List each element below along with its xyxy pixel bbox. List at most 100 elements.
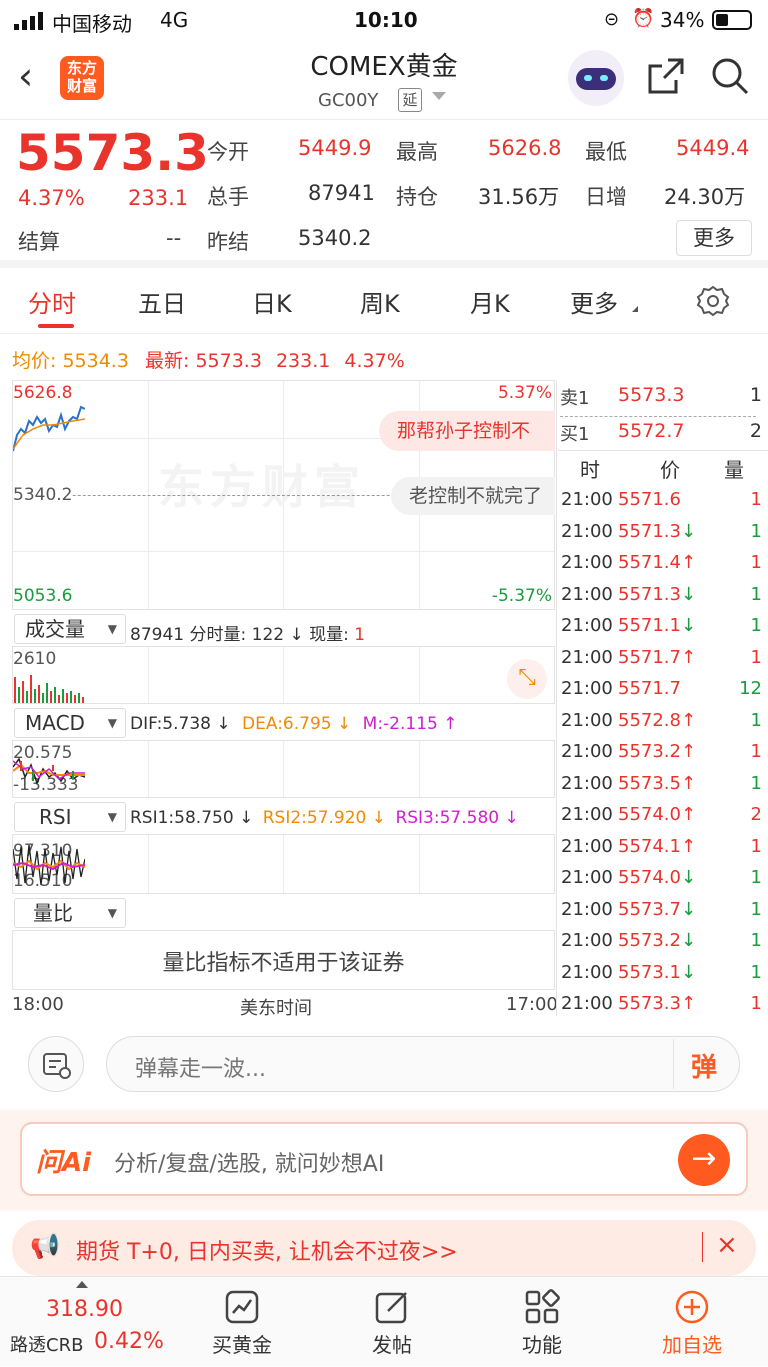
danmu-settings-icon[interactable] (28, 1036, 84, 1092)
change-amount: 233.1 (128, 186, 189, 210)
tick-time: 21:00 (561, 867, 613, 888)
index-name: 路透CRB (10, 1335, 84, 1356)
app-logo: 东方 财富 (60, 56, 104, 100)
open-label: 今开 (207, 140, 249, 164)
promo-pill[interactable]: 📢 期货 T+0, 日内买卖, 让机会不过夜>> × (12, 1220, 756, 1276)
caret-down-icon[interactable] (432, 92, 446, 100)
tick-qty: 12 (739, 678, 762, 699)
tab-daily-k[interactable]: 日K (252, 284, 292, 319)
down-arrow-icon: ↓ (680, 867, 697, 888)
danmu-send-button[interactable]: 弹 (691, 1047, 717, 1084)
delay-badge: 延 (398, 88, 422, 112)
up-arrow-icon: ↑ (680, 835, 697, 857)
promo-banner[interactable]: 📢 期货 T+0, 日内买卖, 让机会不过夜>> × (0, 1210, 768, 1276)
tick-price: 5571.3↓ (618, 583, 697, 605)
battery-percent: 34% (660, 8, 705, 32)
tick-row: 21:00 5573.3↑ 1 (558, 988, 768, 1020)
down-arrow-icon: ↓ (680, 930, 697, 951)
open-interest-label: 持仓 (396, 185, 438, 209)
tab-weekly-k[interactable]: 周K (360, 284, 400, 319)
tick-row: 21:00 5571.7 12 (558, 673, 768, 705)
back-icon[interactable]: ‹ (18, 56, 54, 100)
ticks-header-price: 价 (660, 458, 680, 482)
search-icon[interactable] (710, 56, 750, 96)
tick-price: 5573.7↓ (618, 898, 697, 920)
network-type: 4G (160, 8, 189, 32)
price-legend: 均价: 5534.3 最新: 5573.3 233.1 4.37% (12, 346, 405, 373)
avg-label: 均价: (12, 350, 57, 372)
sell1-price: 5573.3 (618, 384, 685, 406)
tick-qty: 1 (750, 867, 762, 888)
tick-price: 5573.2↑ (618, 741, 697, 762)
tick-list[interactable]: 21:00 5571.6 1 21:00 5571.3↓ 1 21:00 5571.4↑ 1 21… (0, 484, 768, 1020)
settings-gear-icon[interactable] (696, 284, 730, 318)
index-value: 318.90 (46, 1297, 123, 1322)
tick-price: 5574.0↑ (618, 804, 697, 825)
tick-row: 21:00 5571.6 1 (558, 484, 768, 516)
up-arrow-icon: ↑ (680, 804, 697, 825)
tick-row: 21:00 5571.3↓ 1 (558, 516, 768, 548)
up-arrow-icon: ↑ (680, 709, 697, 731)
close-icon[interactable]: × (716, 1230, 738, 1260)
last-price: 5573.3 (16, 124, 209, 182)
tab-intraday[interactable]: 分时 (28, 284, 76, 319)
tick-price: 5574.1↑ (618, 835, 697, 857)
prev-settle-value: 5340.2 (298, 226, 372, 250)
ask-ai-input[interactable]: 问Ai 分析/复盘/选股, 就问妙想AI → (20, 1122, 748, 1196)
latest-value: 5573.3 (195, 350, 262, 372)
functions-button[interactable]: 功能 (482, 1277, 602, 1367)
tick-price: 5571.1↓ (618, 615, 697, 636)
low-label: 最低 (585, 140, 627, 164)
down-arrow-icon: ↓ (680, 520, 697, 542)
tick-row: 21:00 5571.3↓ 1 (558, 579, 768, 611)
tab-more-caret-icon (632, 306, 638, 312)
tick-qty: 1 (750, 835, 762, 857)
share-icon[interactable] (646, 56, 686, 96)
instrument-title: COMEX黄金 (310, 52, 458, 82)
tick-time: 21:00 (561, 898, 613, 920)
danmu-bubble-1: 那帮孙子控制不 (379, 411, 555, 451)
tick-price: 5573.5↑ (618, 772, 697, 794)
post-button[interactable]: 发帖 (332, 1277, 452, 1367)
open-interest-value: 31.56万 (478, 185, 560, 209)
tick-time: 21:00 (561, 583, 613, 605)
sell1-qty: 1 (749, 384, 762, 406)
index-ticker[interactable]: 318.90 路透CRB 0.42% (0, 1277, 180, 1367)
assistant-avatar[interactable] (568, 50, 624, 106)
tick-time: 21:00 (561, 993, 613, 1014)
tick-qty: 1 (750, 520, 762, 542)
tick-price: 5573.3↑ (618, 993, 697, 1014)
tick-time: 21:00 (561, 615, 613, 636)
tick-row: 21:00 5572.8↑ 1 (558, 705, 768, 737)
price-line (13, 405, 85, 452)
settle-value: -- (166, 226, 182, 250)
tick-time: 21:00 (561, 489, 613, 510)
tick-qty: 1 (750, 930, 762, 951)
tab-monthly-k[interactable]: 月K (470, 284, 510, 319)
carrier: 中国移动 (52, 12, 132, 36)
add-watchlist-button[interactable]: 加自选 (632, 1277, 752, 1367)
ask-ai-placeholder: 分析/复盘/选股, 就问妙想AI (114, 1152, 385, 1177)
volume-value: 87941 (308, 181, 375, 205)
tab-more[interactable]: 更多 (570, 284, 618, 319)
index-percent: 0.42% (94, 1329, 164, 1354)
buy-gold-button[interactable]: 买黄金 (182, 1277, 302, 1367)
down-arrow-icon: ↓ (680, 898, 697, 920)
tick-price: 5571.7↑ (618, 646, 697, 668)
more-button[interactable]: 更多 (676, 220, 752, 256)
tick-time: 21:00 (561, 678, 613, 699)
open-value: 5449.9 (298, 136, 372, 160)
danmu-input[interactable]: 弹幕走一波... 弹 (106, 1036, 740, 1092)
tick-row: 21:00 5573.2↑ 1 (558, 736, 768, 768)
chart-tabs: 分时 五日 日K 周K 月K 更多 (0, 268, 768, 334)
clock: 10:10 (354, 8, 418, 32)
tick-price: 5571.6 (618, 489, 681, 510)
up-arrow-icon: ↑ (680, 772, 697, 794)
megaphone-icon: 📢 (30, 1232, 60, 1260)
tab-five-day[interactable]: 五日 (138, 284, 186, 319)
plus-circle-icon (675, 1290, 709, 1324)
grid-icon (525, 1289, 560, 1324)
ask-ai-submit-arrow-icon[interactable]: → (678, 1134, 730, 1186)
pct-axis-high: 5.37% (497, 383, 552, 403)
sell1-label: 卖1 (560, 388, 590, 409)
